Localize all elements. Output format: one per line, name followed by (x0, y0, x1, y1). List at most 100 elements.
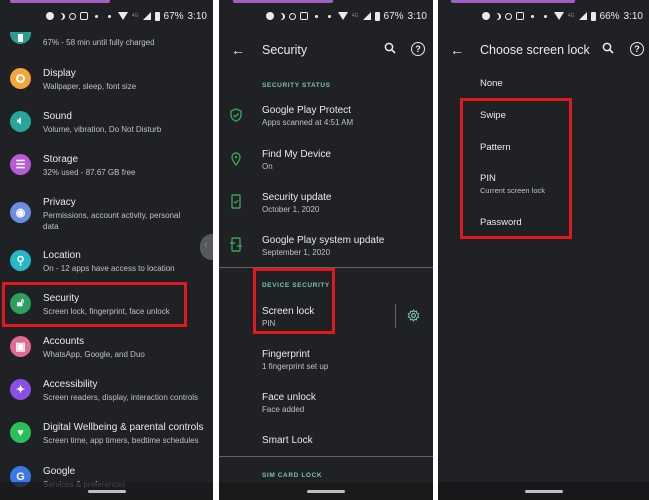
option-none[interactable]: None (480, 78, 503, 89)
highlight-lock-options (460, 98, 572, 239)
help-icon[interactable]: ? (411, 42, 425, 56)
item-subtitle: Apps scanned at 4:51 AM (262, 118, 354, 127)
settings-item-accounts[interactable]: ▣ Accounts WhatsApp, Google, and Duo (0, 334, 213, 374)
more-notifications-dot-icon (94, 14, 98, 18)
clock: 3:10 (623, 10, 643, 22)
app-notification-icon (299, 12, 308, 20)
clock: 3:10 (187, 10, 207, 22)
item-subtitle: September 1, 2020 (262, 248, 331, 257)
settings-item-subtitle: 67% - 58 min until fully charged (43, 38, 155, 47)
item-title: Security update (262, 192, 332, 203)
alarm-icon (504, 12, 512, 20)
help-icon[interactable]: ? (630, 42, 644, 56)
item-subtitle: Face added (262, 405, 305, 414)
choose-screen-lock-panel: 4G 66% 3:10 ← Choose screen lock ? None … (438, 0, 649, 500)
alarm-icon (68, 12, 76, 20)
settings-item-title: Google (43, 466, 76, 477)
notification-bar (10, 0, 110, 3)
shield-check-icon (230, 108, 242, 122)
security-panel: 4G 67% 3:10 ← Security ? SECURITY STATUS… (219, 0, 433, 500)
accessibility-icon: ✦ (10, 379, 31, 400)
battery-icon (590, 11, 596, 21)
settings-item-title: Location (43, 250, 81, 261)
accounts-icon: ▣ (10, 336, 31, 357)
wifi-icon (117, 12, 128, 20)
location-pin-icon (231, 152, 241, 166)
battery-percent: 67% (383, 10, 404, 22)
speaker-icon: 🔈︎ (10, 111, 31, 132)
network-type-icon: 4G (131, 13, 139, 19)
settings-item-subtitle: WhatsApp, Google, and Duo (43, 350, 145, 359)
wifi-icon (553, 12, 564, 20)
settings-item-subtitle: Screen time, app timers, bedtime schedul… (43, 436, 199, 445)
signal-icon (362, 12, 371, 20)
nav-bar (219, 482, 433, 500)
dnd-moon-icon (494, 13, 501, 20)
settings-item-title: Digital Wellbeing & parental controls (43, 422, 204, 433)
settings-item-subtitle: Volume, vibration, Do Not Disturb (43, 125, 162, 134)
phone-check-icon (231, 194, 241, 209)
privacy-eye-icon: ◉ (10, 202, 31, 223)
search-icon[interactable] (602, 42, 614, 54)
wifi-icon (337, 12, 348, 20)
battery-percent: 67% (163, 10, 184, 22)
search-icon[interactable] (384, 42, 396, 54)
settings-item-storage[interactable]: ☰ Storage 32% used - 87.67 GB free (0, 152, 213, 192)
item-subtitle: October 1, 2020 (262, 205, 320, 214)
settings-item-title: Accounts (43, 336, 85, 347)
home-gesture-pill[interactable] (307, 490, 345, 493)
settings-item-accessibility[interactable]: ✦ Accessibility Screen readers, display,… (0, 377, 213, 417)
settings-item-privacy[interactable]: ◉ Privacy Permissions, account activity,… (0, 195, 213, 247)
page-title: Security (262, 43, 308, 57)
item-subtitle: 1 fingerprint set up (262, 362, 329, 371)
status-bar: 4G 66% 3:10 (481, 9, 643, 23)
chevron-left-icon: ‹ (204, 239, 208, 251)
home-gesture-pill[interactable] (87, 490, 126, 493)
section-header-sim-card-lock: SIM CARD LOCK (262, 472, 323, 479)
notification-bar (451, 0, 575, 3)
settings-item-digital-wellbeing[interactable]: ♥ Digital Wellbeing & parental controls … (0, 420, 213, 460)
notification-bar (233, 0, 333, 3)
battery-icon (154, 11, 160, 21)
notification-icon (45, 12, 54, 20)
settings-item-subtitle: Screen readers, display, interaction con… (43, 393, 199, 402)
app-notification-icon (515, 12, 524, 20)
settings-item-title: Storage (43, 154, 79, 165)
more-notifications-dot-icon (530, 14, 534, 18)
gear-icon[interactable] (407, 309, 420, 322)
settings-item-title: Display (43, 68, 76, 79)
dot-icon (327, 14, 331, 18)
settings-item-display[interactable]: Display Wallpaper, sleep, font size (0, 66, 213, 106)
page-title: Choose screen lock (480, 43, 590, 57)
settings-item-sound[interactable]: 🔈︎ Sound Volume, vibration, Do Not Distu… (0, 109, 213, 149)
settings-item-subtitle: On - 12 apps have access to location (43, 264, 175, 273)
section-divider (219, 456, 433, 457)
signal-icon (578, 12, 587, 20)
nav-bar (438, 482, 649, 500)
wellbeing-icon: ♥ (10, 422, 31, 443)
settings-item-subtitle: Wallpaper, sleep, font size (43, 82, 137, 91)
network-type-icon: 4G (351, 13, 359, 19)
highlight-security (2, 282, 187, 327)
back-arrow-icon[interactable]: ← (450, 42, 464, 58)
dnd-moon-icon (58, 13, 65, 20)
settings-item-title: Privacy (43, 197, 76, 208)
home-gesture-pill[interactable] (524, 490, 563, 493)
settings-item-battery[interactable]: 67% - 58 min until fully charged (0, 28, 213, 68)
back-arrow-icon[interactable]: ← (231, 42, 245, 58)
item-title: Google Play Protect (262, 105, 351, 116)
settings-item-title: Accessibility (43, 379, 98, 390)
storage-icon: ☰ (10, 154, 31, 175)
display-brightness-icon (10, 68, 31, 89)
location-pin-icon: ⚲ (10, 250, 31, 271)
nav-bar (0, 482, 213, 500)
more-notifications-dot-icon (314, 14, 318, 18)
settings-item-title: Sound (43, 111, 72, 122)
signal-icon (142, 12, 151, 20)
highlight-screen-lock (253, 268, 335, 334)
section-header-security-status: SECURITY STATUS (262, 82, 331, 89)
status-bar: 4G 67% 3:10 (45, 9, 207, 23)
item-title: Face unlock (262, 392, 316, 403)
item-title: Smart Lock (262, 435, 313, 446)
alarm-icon (288, 12, 296, 20)
